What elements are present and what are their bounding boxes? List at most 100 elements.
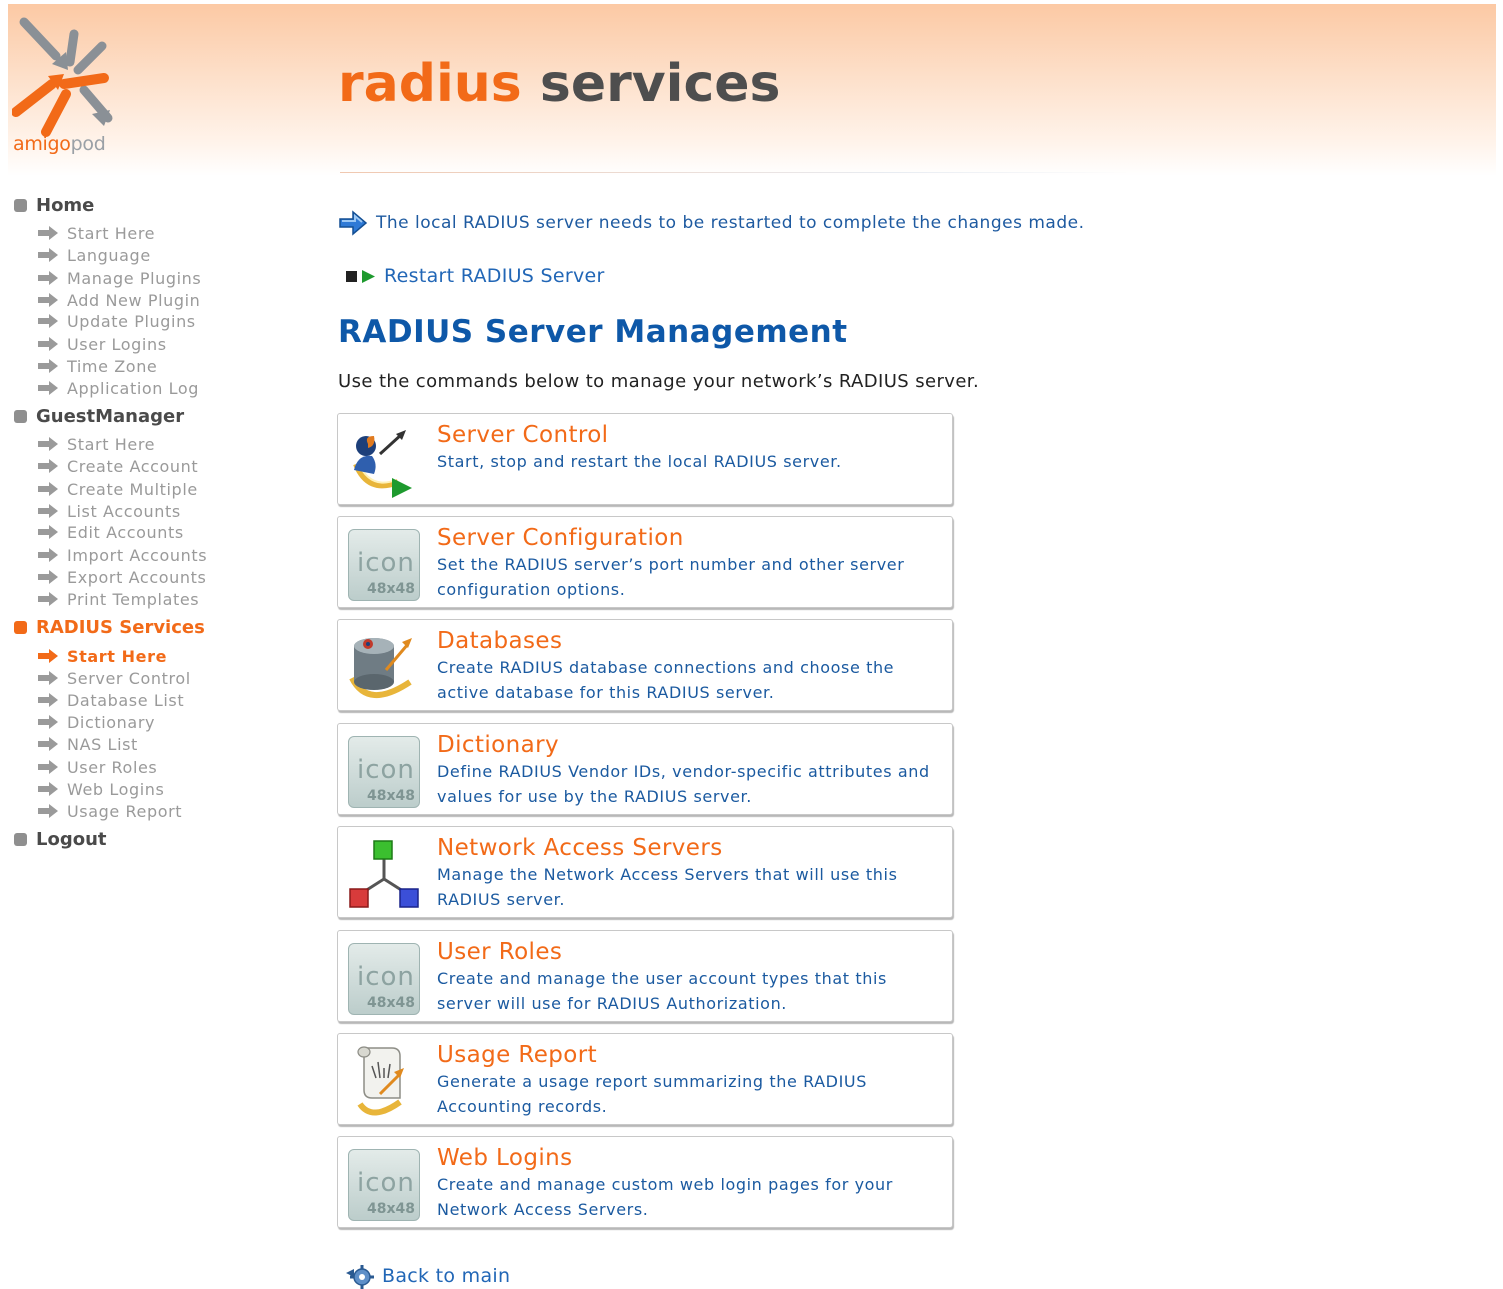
command-description: Generate a usage report summarizing the … [437, 1072, 867, 1116]
page-title-part2: services [521, 54, 781, 114]
command-title: Server Configuration [437, 525, 684, 551]
section-heading: RADIUS Server Management [338, 314, 848, 350]
command-network-access-servers[interactable]: Network Access Servers Manage the Networ… [337, 826, 953, 918]
command-title: Server Control [437, 422, 609, 448]
back-to-main-link[interactable]: Back to main [344, 1263, 510, 1289]
sidebar-section-logout[interactable]: Logout [14, 827, 107, 851]
arrow-right-icon [38, 482, 58, 496]
command-description: Create and manage custom web login pages… [437, 1175, 893, 1219]
network-icon [349, 840, 419, 908]
brand-wordmark: amigopod [13, 133, 106, 155]
sidebar-item-manage-plugins[interactable]: Manage Plugins [37, 267, 201, 289]
restart-radius-link[interactable]: Restart RADIUS Server [344, 265, 605, 287]
sidebar-item-import-accounts[interactable]: Import Accounts [37, 544, 207, 566]
page-title-part1: radius [338, 54, 522, 114]
sidebar-item-application-log[interactable]: Application Log [37, 377, 199, 399]
arrow-right-icon [38, 649, 58, 663]
arrow-right-icon [38, 271, 58, 285]
restart-link-label: Restart RADIUS Server [384, 265, 605, 287]
intro-text: Use the commands below to manage your ne… [338, 371, 980, 392]
sidebar-item-create-multiple[interactable]: Create Multiple [37, 478, 198, 500]
sidebar-item-update-plugins[interactable]: Update Plugins [37, 310, 196, 332]
sidebar-item-radius-start-here[interactable]: Start Here [37, 645, 167, 667]
sidebar-item-time-zone[interactable]: Time Zone [37, 355, 157, 377]
command-description: Create and manage the user account types… [437, 969, 887, 1013]
sidebar-item-edit-accounts[interactable]: Edit Accounts [37, 521, 184, 543]
sidebar-item-create-account[interactable]: Create Account [37, 455, 198, 477]
sidebar-item-export-accounts[interactable]: Export Accounts [37, 566, 206, 588]
placeholder-icon: icon 48x48 [348, 529, 420, 601]
placeholder-icon: icon 48x48 [348, 943, 420, 1015]
command-title: User Roles [437, 939, 563, 965]
command-description: Start, stop and restart the local RADIUS… [437, 452, 842, 471]
command-web-logins[interactable]: icon 48x48 Web Logins Create and manage … [337, 1136, 953, 1228]
sidebar-item-label: Start Here [67, 646, 168, 666]
sidebar-item-label: User Roles [67, 757, 158, 777]
sidebar-item-dictionary[interactable]: Dictionary [37, 711, 155, 733]
placeholder-size: 48x48 [367, 581, 415, 597]
sidebar-section-label: Logout [36, 828, 107, 850]
arrow-right-icon [38, 671, 58, 685]
arrow-right-icon [38, 525, 58, 539]
arrow-right-icon [38, 504, 58, 518]
sidebar-item-label: User Logins [67, 334, 167, 354]
sidebar-item-label: List Accounts [67, 501, 181, 521]
sidebar-item-server-control[interactable]: Server Control [37, 667, 191, 689]
sidebar-item-language[interactable]: Language [37, 244, 151, 266]
command-usage-report[interactable]: Usage Report Generate a usage report sum… [337, 1033, 953, 1125]
sidebar-item-label: Start Here [67, 434, 156, 454]
sidebar-item-label: Print Templates [67, 589, 200, 609]
sidebar-item-nas-list[interactable]: NAS List [37, 733, 138, 755]
sidebar-section-home[interactable]: Home [14, 193, 94, 217]
report-scroll-icon [357, 1046, 404, 1116]
command-title: Web Logins [437, 1145, 573, 1171]
command-server-configuration[interactable]: icon 48x48 Server Configuration Set the … [337, 516, 953, 608]
sidebar-item-list-accounts[interactable]: List Accounts [37, 500, 181, 522]
section-bullet-icon [14, 198, 27, 212]
placeholder-size: 48x48 [367, 1201, 415, 1217]
sidebar-section-label: Home [36, 194, 95, 216]
header-divider [340, 172, 1130, 173]
sidebar-section-guestmanager[interactable]: GuestManager [14, 404, 184, 428]
arrow-right-icon [38, 760, 58, 774]
section-bullet-icon [14, 409, 27, 423]
sidebar-item-label: Edit Accounts [67, 522, 184, 542]
stop-play-icon [346, 270, 375, 283]
sidebar-item-label: Language [67, 245, 151, 265]
command-server-control[interactable]: Server Control Start, stop and restart t… [337, 413, 953, 505]
placeholder-size: 48x48 [367, 995, 415, 1011]
sidebar-item-user-roles[interactable]: User Roles [37, 756, 157, 778]
sidebar-section-radius-services[interactable]: RADIUS Services [14, 615, 205, 639]
placeholder-word: icon [357, 962, 415, 992]
sidebar-item-user-logins[interactable]: User Logins [37, 333, 167, 355]
sidebar-item-web-logins[interactable]: Web Logins [37, 778, 164, 800]
command-dictionary[interactable]: icon 48x48 Dictionary Define RADIUS Vend… [337, 723, 953, 815]
arrow-right-icon [38, 293, 58, 307]
sidebar-item-label: Usage Report [67, 801, 183, 821]
sidebar-item-label: Database List [67, 690, 185, 710]
arrow-right-icon [38, 548, 58, 562]
command-databases[interactable]: Databases Create RADIUS database connect… [337, 619, 953, 711]
sidebar-item-label: Create Multiple [67, 479, 198, 499]
sidebar-item-add-new-plugin[interactable]: Add New Plugin [37, 289, 200, 311]
arrow-right-icon [38, 337, 58, 351]
back-link-label: Back to main [382, 1265, 511, 1287]
command-user-roles[interactable]: icon 48x48 User Roles Create and manage … [337, 930, 953, 1022]
sidebar-item-database-list[interactable]: Database List [37, 689, 184, 711]
placeholder-size: 48x48 [367, 788, 415, 804]
sidebar-item-usage-report[interactable]: Usage Report [37, 800, 182, 822]
sidebar-item-gm-start-here[interactable]: Start Here [37, 433, 155, 455]
sidebar-section-label: GuestManager [36, 405, 185, 427]
sidebar-item-home-start-here[interactable]: Start Here [37, 222, 155, 244]
arrow-right-icon [38, 570, 58, 584]
server-control-icon [353, 430, 412, 498]
sidebar-item-print-templates[interactable]: Print Templates [37, 588, 199, 610]
sidebar-item-label: Application Log [67, 378, 200, 398]
database-icon [349, 638, 412, 699]
gear-back-icon [346, 1265, 374, 1289]
page-title: radius services [338, 52, 781, 116]
placeholder-icon: icon 48x48 [348, 736, 420, 808]
sidebar-item-label: Import Accounts [67, 545, 208, 565]
sidebar-item-label: Time Zone [67, 356, 158, 376]
command-description: Manage the Network Access Servers that w… [437, 865, 898, 909]
